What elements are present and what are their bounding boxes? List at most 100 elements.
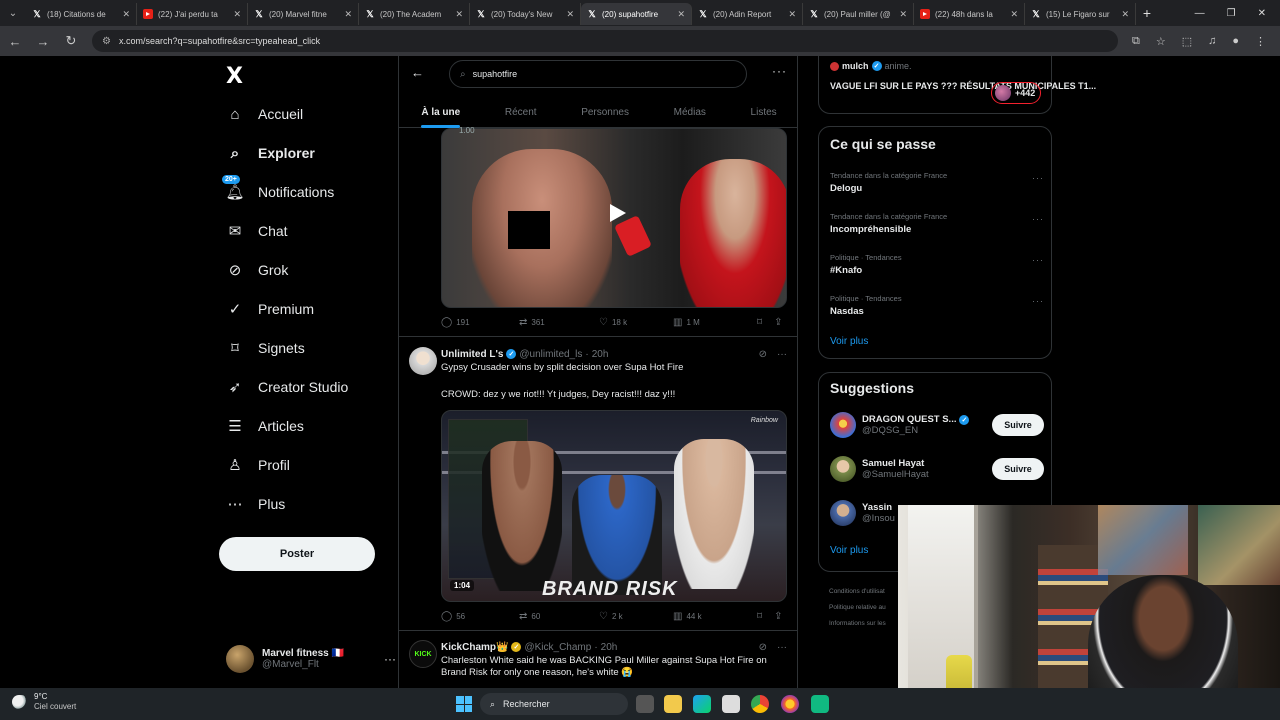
install-app-icon[interactable]: ⧉ [1132,35,1140,48]
video-thumbnail[interactable] [441,128,787,308]
repost-button[interactable]: ⇄ 361 [519,317,599,328]
repost-button[interactable]: ⇄ 60 [519,611,599,622]
views-button[interactable]: ▥ 44 k [673,611,757,622]
sidebar-item-premium[interactable]: ✓ Premium [226,294,314,324]
firefox-icon[interactable] [781,695,799,713]
task-view-icon[interactable] [636,695,654,713]
forward-icon[interactable]: → [36,34,50,49]
trend-item[interactable]: Politique · Tendances Nasdas ··· [830,294,1044,326]
browser-tab[interactable]: 𝕏 (18) Citations de ✕ [26,3,137,25]
browser-tab[interactable]: 𝕏 (15) Le Figaro sur ✕ [1025,3,1136,25]
more-icon[interactable]: ··· [777,642,787,653]
views-button[interactable]: ▥ 1 M [673,317,757,328]
more-icon[interactable]: ··· [384,652,396,666]
bookmark-star-icon[interactable]: ☆ [1156,35,1166,48]
tweet-author-handle[interactable]: @Kick_Champ [524,642,591,653]
avatar[interactable]: KICK [409,640,437,668]
bookmark-icon[interactable]: ⌑ [757,611,762,622]
post-button[interactable]: Poster [219,537,375,571]
tab-1[interactable]: Récent [505,96,537,128]
browser-tab[interactable]: 𝕏 (20) Paul miller (@ ✕ [803,3,914,25]
close-icon[interactable]: ✕ [899,9,907,20]
start-button[interactable] [456,696,472,712]
more-icon[interactable]: ··· [772,64,787,78]
browser-tab[interactable]: 𝕏 (20) Adin Report ✕ [692,3,803,25]
tweet-author-handle[interactable]: @unlimited_ls [519,349,582,360]
taskbar-search[interactable]: ⌕ Rechercher [480,693,628,715]
sidebar-item-profil[interactable]: ♙ Profil [226,450,290,480]
tab-4[interactable]: Listes [751,96,777,128]
follow-button[interactable]: Suivre [992,458,1044,480]
sidebar-item-chat[interactable]: ✉ Chat [226,216,288,246]
close-icon[interactable]: ✕ [1121,9,1129,20]
sidebar-item-articles[interactable]: ☰ Articles [226,411,304,441]
sidebar-item-grok[interactable]: ⊘ Grok [226,255,289,285]
close-icon[interactable]: ✕ [233,9,241,20]
close-icon[interactable]: ✕ [566,9,574,20]
more-icon[interactable]: ··· [1032,255,1044,265]
browser-tab[interactable]: (22) 48h dans la ✕ [914,3,1025,25]
footer-link[interactable]: Politique relative au [829,600,886,616]
file-explorer-icon[interactable] [664,695,682,713]
weather-widget[interactable]: 9°C Ciel couvert [12,692,76,712]
more-icon[interactable]: ··· [777,349,787,360]
profile-icon[interactable]: ● [1232,35,1239,48]
grok-icon[interactable]: ⊘ [759,642,767,653]
extensions-icon[interactable]: ⬚ [1182,35,1192,48]
live-space-card[interactable]: mulch ✓ anime. VAGUE LFI SUR LE PAYS ???… [818,56,1096,114]
trend-item[interactable]: Politique · Tendances #Knafo ··· [830,253,1044,285]
video-player[interactable]: BRAND RISK Rainbow 1:04 [441,410,787,602]
browser-tab[interactable]: (22) J'ai perdu ta ✕ [137,3,248,25]
close-icon[interactable]: ✕ [1010,9,1018,20]
x-logo[interactable]: X [226,64,243,89]
trend-item[interactable]: Tendance dans la catégorie France Delogu ·… [830,171,1044,203]
new-tab-button[interactable]: + [1136,5,1158,21]
tab-2[interactable]: Personnes [581,96,629,128]
close-icon[interactable]: ✕ [455,9,463,20]
sidebar-item-notifications[interactable]: 🔔︎ 20+ Notifications [222,175,334,207]
tweet-time[interactable]: 20h [592,349,609,360]
chrome-icon[interactable] [751,695,769,713]
app-icon[interactable] [811,695,829,713]
browser-tab[interactable]: 𝕏 (20) Marvel fitne ✕ [248,3,359,25]
avatar[interactable] [409,347,437,375]
reply-button[interactable]: ◯ 56 [441,611,519,622]
sidebar-item-accueil[interactable]: ⌂ Accueil [226,99,303,129]
url-field[interactable]: ⚙ x.com/search?q=supahotfire&src=typeahe… [92,30,1118,52]
follow-button[interactable]: Suivre [992,414,1044,436]
more-icon[interactable]: ··· [1032,214,1044,224]
bookmark-icon[interactable]: ⌑ [757,317,762,328]
close-icon[interactable]: ✕ [122,9,130,20]
site-settings-icon[interactable]: ⚙ [102,36,111,47]
close-icon[interactable]: ✕ [677,9,685,20]
trend-item[interactable]: Tendance dans la catégorie France Incompr… [830,212,1044,244]
suggestion-item[interactable]: DRAGON QUEST S... ✓ @DQSG_EN Suivre [830,409,1044,441]
store-icon[interactable] [722,695,740,713]
minimize-icon[interactable]: — [1195,8,1205,19]
more-icon[interactable]: ··· [1032,296,1044,306]
maximize-icon[interactable]: ❐ [1227,8,1236,19]
account-switcher[interactable]: Marvel fitness 🇫🇷 @Marvel_Flt ··· [226,642,396,676]
tab-search-menu-icon[interactable]: ⌄ [0,0,26,26]
back-icon[interactable]: ← [8,34,22,49]
share-icon[interactable]: ⇪ [774,611,782,622]
sidebar-item-plus[interactable]: ⋯ Plus [226,489,286,519]
like-button[interactable]: ♡ 18 k [599,317,673,328]
tweet-author-name[interactable]: Unlimited L's [441,349,503,360]
sidebar-item-explorer[interactable]: ⌕ Explorer [226,138,315,168]
media-icon[interactable]: ♫ [1208,35,1216,48]
share-icon[interactable]: ⇪ [774,317,782,328]
like-button[interactable]: ♡ 2 k [599,611,673,622]
reply-button[interactable]: ◯ 191 [441,317,519,328]
reload-icon[interactable]: ↻ [64,33,78,49]
tweet-time[interactable]: 20h [601,642,618,653]
suggestion-item[interactable]: Samuel Hayat @SamuelHayat Suivre [830,453,1044,485]
listeners-pill[interactable]: +442 [991,82,1041,104]
close-window-icon[interactable]: ✕ [1258,8,1266,19]
browser-menu-icon[interactable]: ⋮ [1255,35,1266,48]
browser-tab[interactable]: 𝕏 (20) The Academ ✕ [359,3,470,25]
more-icon[interactable]: ··· [1032,173,1044,183]
tweet-author-name[interactable]: KickChamp👑 [441,642,508,653]
sidebar-item-signets[interactable]: ⌑ Signets [226,333,305,363]
search-input[interactable]: ⌕ supahotfire [449,60,747,88]
